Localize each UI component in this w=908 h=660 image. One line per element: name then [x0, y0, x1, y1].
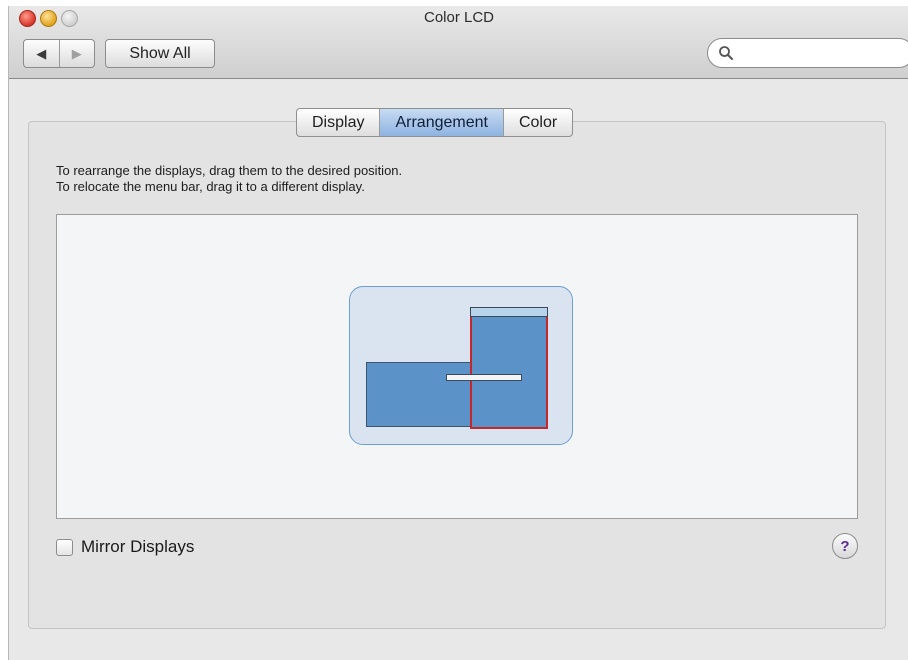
mirror-displays-option[interactable]: Mirror Displays	[56, 537, 194, 557]
back-forward-control: ◀ ▶	[23, 39, 95, 68]
back-arrow-icon[interactable]: ◀	[24, 40, 59, 67]
mirror-displays-checkbox[interactable]	[56, 538, 73, 556]
display-secondary[interactable]	[470, 313, 548, 429]
tab-display[interactable]: Display	[297, 109, 379, 136]
arrangement-canvas	[56, 214, 858, 519]
instruction-line-2: To relocate the menu bar, drag it to a d…	[56, 179, 365, 194]
arrangement-instructions: To rearrange the displays, drag them to …	[56, 163, 402, 195]
window-toolbar: Color LCD ◀ ▶ Show All	[9, 6, 908, 79]
show-all-button[interactable]: Show All	[105, 39, 215, 68]
help-icon[interactable]: ?	[832, 533, 858, 559]
search-input[interactable]	[707, 38, 908, 68]
tab-color[interactable]: Color	[502, 109, 572, 136]
menu-bar-indicator[interactable]	[470, 307, 548, 317]
tab-bar: Display Arrangement Color	[296, 108, 574, 137]
forward-arrow-icon[interactable]: ▶	[58, 40, 95, 67]
search-icon	[719, 46, 733, 60]
window-title: Color LCD	[423, 9, 495, 26]
display-group	[349, 286, 573, 445]
display-main[interactable]	[366, 362, 472, 427]
instruction-line-1: To rearrange the displays, drag them to …	[56, 163, 403, 178]
display-drag-outline	[446, 374, 522, 381]
mirror-displays-label: Mirror Displays	[81, 537, 195, 556]
tab-arrangement[interactable]: Arrangement	[379, 109, 503, 136]
